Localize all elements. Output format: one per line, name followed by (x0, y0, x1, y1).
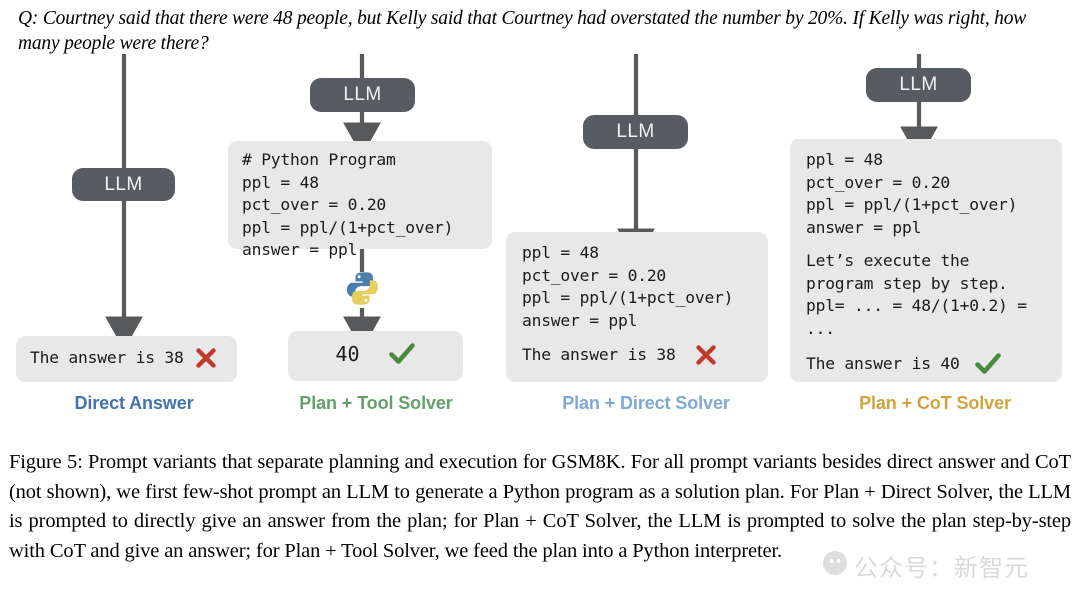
code-box-plan-tool-solver: # Python Program ppl = 48 pct_over = 0.2… (228, 141, 492, 259)
code-line: answer = ppl (242, 240, 358, 259)
code-line: pct_over = 0.20 (242, 195, 387, 214)
code-line: ppl = ppl/(1+pct_over) (522, 288, 734, 307)
code-line: answer = ppl (522, 310, 638, 330)
llm-pill-label: LLM (343, 84, 382, 105)
answer-text: The answer is 40 (806, 353, 960, 373)
answer-text: 40 (335, 342, 360, 366)
answer-row: The answer is 40 (806, 351, 1046, 377)
answer-row: 40 (302, 341, 449, 367)
column-label-plan-direct-solver: Plan + Direct Solver (562, 393, 730, 413)
answer-text: The answer is 38 (30, 347, 184, 367)
code-line: # Python Program (242, 150, 396, 169)
answer-box-direct-answer: The answer is 38 (16, 336, 237, 382)
flow-diagram: LLM The answer is 38 Direct Answer LLM #… (0, 0, 1080, 430)
cross-icon (694, 343, 718, 367)
answer-box-plan-tool-solver: 40 (288, 331, 463, 381)
llm-pill-direct-answer: LLM (72, 168, 175, 201)
reasoning-line: program step by step. (806, 273, 1008, 293)
reasoning-line: Let’s execute the (806, 251, 970, 270)
code-line: ppl = ppl/(1+pct_over) (242, 217, 454, 237)
column-label-plan-cot-solver: Plan + CoT Solver (859, 393, 1011, 413)
check-icon (388, 341, 416, 367)
reasoning-line: ppl= ... = 48/(1+0.2) = (806, 296, 1027, 315)
code-line: pct_over = 0.20 (806, 172, 951, 192)
code-line: ppl = 48 (806, 150, 883, 169)
llm-pill-label: LLM (899, 74, 938, 95)
figure-caption: Figure 5: Prompt variants that separate … (9, 451, 1071, 562)
llm-pill-label: LLM (104, 173, 143, 195)
code-line: ppl = 48 (242, 172, 319, 192)
column-label-direct-answer: Direct Answer (74, 393, 194, 413)
reasoning-line: ... (806, 318, 835, 338)
llm-pill-plan-direct-solver: LLM (583, 115, 688, 149)
content-box-plan-cot-solver: ppl = 48 pct_over = 0.20 ppl = ppl/(1+pc… (790, 139, 1062, 382)
cross-icon (194, 346, 218, 370)
code-line: ppl = 48 (522, 243, 599, 262)
llm-pill-plan-cot-solver: LLM (866, 68, 971, 102)
code-line: answer = ppl (806, 217, 922, 237)
llm-pill-plan-tool-solver: LLM (310, 78, 415, 112)
llm-pill-label: LLM (616, 121, 655, 142)
content-box-plan-direct-solver: ppl = 48 pct_over = 0.20 ppl = ppl/(1+pc… (506, 232, 768, 382)
answer-row: The answer is 38 (522, 343, 752, 367)
answer-row: The answer is 38 (30, 346, 223, 370)
code-line: ppl = ppl/(1+pct_over) (806, 195, 1018, 214)
code-line: pct_over = 0.20 (522, 265, 667, 285)
answer-text: The answer is 38 (522, 344, 676, 364)
python-logo-icon (344, 270, 381, 307)
column-label-plan-tool-solver: Plan + Tool Solver (299, 393, 453, 413)
check-icon (974, 351, 1002, 377)
